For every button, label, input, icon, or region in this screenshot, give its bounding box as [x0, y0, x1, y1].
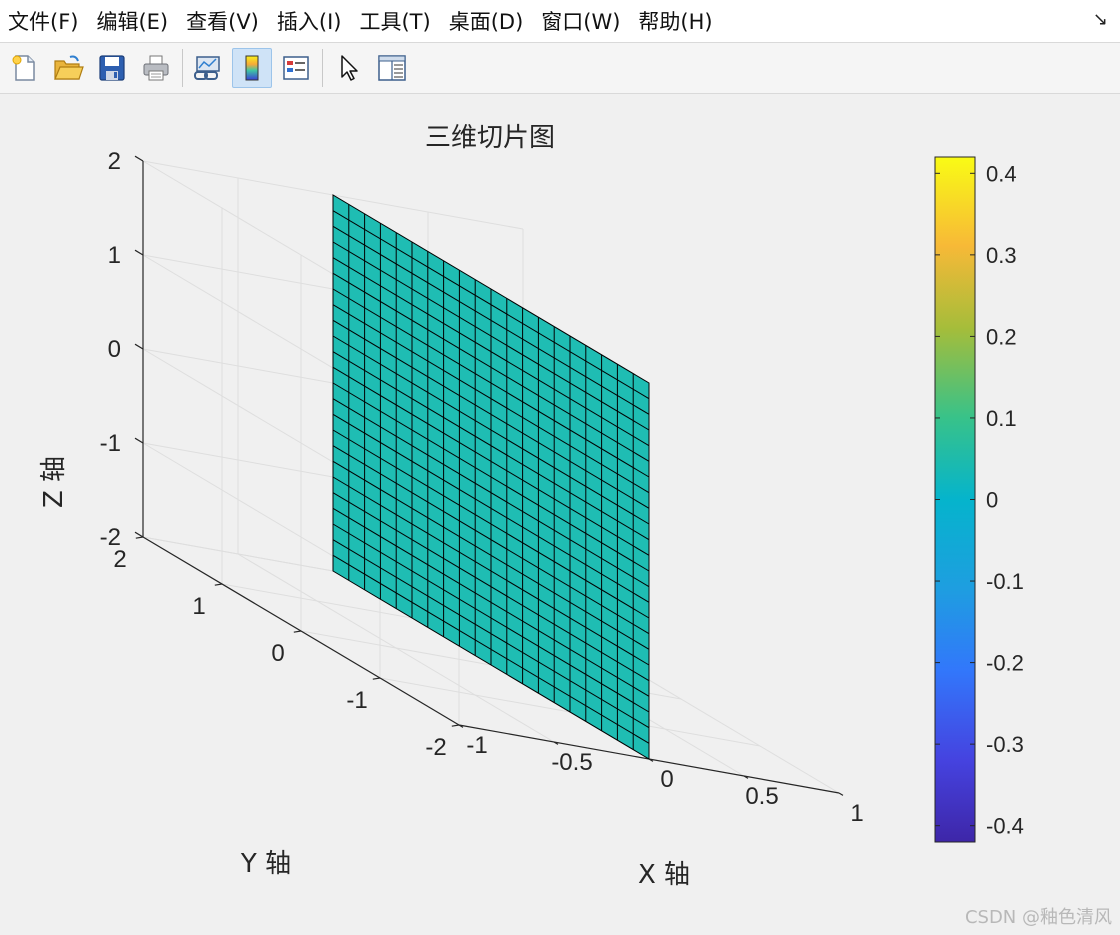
colorbar-tick-label: 0.4: [986, 161, 1017, 186]
x-tick-label: 0.5: [745, 783, 778, 810]
menu-desktop[interactable]: 桌面(D): [441, 6, 532, 36]
print-icon: [143, 55, 169, 81]
save-icon: [99, 55, 125, 81]
colorbar-tick-label: 0: [986, 488, 998, 513]
y-tick-mark: [451, 724, 460, 727]
menu-view[interactable]: 查看(V): [178, 6, 267, 36]
new-figure-button[interactable]: [4, 48, 44, 88]
y-tick-label: 1: [192, 593, 205, 620]
y-tick-mark: [372, 677, 381, 680]
edit-plot-pointer-button[interactable]: [328, 48, 368, 88]
y-tick-label: -1: [346, 687, 367, 714]
property-inspector-button[interactable]: [372, 48, 412, 88]
colorbar-tick-label: 0.1: [986, 406, 1017, 431]
z-tick-mark: [134, 249, 144, 256]
x-tick-mark: [838, 792, 844, 796]
link-plot-icon: [194, 56, 220, 80]
toolbar-separator: [182, 49, 183, 87]
figure-toolbar: [0, 42, 1120, 94]
colorbar[interactable]: -0.4 -0.3 -0.2 -0.1 0 0.1 0.2 0.3 0.4: [934, 156, 1024, 843]
x-axis-label: X 轴: [638, 860, 690, 890]
toolbar-separator: [322, 49, 323, 87]
colorbar-tick-label: -0.4: [986, 814, 1024, 839]
colorbar-tick-label: 0.2: [986, 324, 1017, 349]
save-button[interactable]: [92, 48, 132, 88]
y-tick-mark: [214, 583, 223, 586]
colorbar-tick-label: -0.3: [986, 732, 1024, 757]
y-tick-label: -2: [425, 734, 446, 761]
pointer-icon: [341, 55, 358, 81]
menu-window[interactable]: 窗口(W): [533, 6, 628, 36]
z-tick-label: 1: [108, 242, 121, 269]
y-tick-mark: [293, 630, 302, 633]
new-figure-icon: [12, 55, 35, 81]
x-tick-label: -0.5: [551, 749, 592, 776]
z-tick-label: -2: [100, 524, 121, 551]
x-tick-label: 0: [660, 766, 673, 793]
property-inspector-icon: [378, 55, 406, 81]
legend-icon: [283, 56, 309, 80]
slice-plot[interactable]: -1-0.500.51-2-1012-2-1012 三维切片图 X 轴 Y 轴 …: [0, 95, 1120, 935]
menu-tools[interactable]: 工具(T): [351, 6, 438, 36]
dock-figure-icon[interactable]: ↘: [1093, 9, 1108, 30]
z-tick-mark: [134, 155, 144, 162]
z-tick-label: 2: [108, 148, 121, 175]
chart-title: 三维切片图: [425, 123, 555, 153]
z-tick-label: -1: [100, 430, 121, 457]
x-tick-label: 1: [850, 800, 863, 827]
open-file-icon: [54, 55, 84, 80]
insert-colorbar-button[interactable]: [232, 48, 272, 88]
z-tick-mark: [134, 437, 144, 444]
watermark: CSDN @釉色清风: [964, 907, 1112, 928]
print-button[interactable]: [136, 48, 176, 88]
y-axis-label: Y 轴: [240, 849, 291, 879]
menu-bar: 文件(F) 编辑(E) 查看(V) 插入(I) 工具(T) 桌面(D) 窗口(W…: [0, 0, 1120, 42]
insert-legend-button[interactable]: [276, 48, 316, 88]
figure-canvas[interactable]: -1 -0.5 0 0.5 1 -2 -1 0 1 2 -2 -1 0 1 2 三维切片图 X 轴 Y 轴 …: [0, 95, 1120, 935]
menu-help[interactable]: 帮助(H): [630, 6, 720, 36]
colorbar-tick-label: -0.1: [986, 569, 1024, 594]
menu-insert[interactable]: 插入(I): [269, 6, 350, 36]
colorbar-icon: [245, 55, 259, 81]
z-tick-mark: [134, 343, 144, 350]
x-tick-label: -1: [466, 732, 487, 759]
colorbar-tick-label: 0.3: [986, 243, 1017, 268]
y-tick-label: 0: [271, 640, 284, 667]
z-tick-label: 0: [108, 336, 121, 363]
open-file-button[interactable]: [48, 48, 88, 88]
z-tick-mark: [134, 531, 144, 538]
menu-edit[interactable]: 编辑(E): [88, 6, 176, 36]
colorbar-tick-label: -0.2: [986, 651, 1024, 676]
link-plot-button[interactable]: [188, 48, 228, 88]
menu-file[interactable]: 文件(F): [0, 6, 86, 36]
colorbar-gradient: [934, 156, 976, 843]
z-axis-label: Z 轴: [39, 456, 69, 508]
y-tick-mark: [135, 536, 144, 539]
